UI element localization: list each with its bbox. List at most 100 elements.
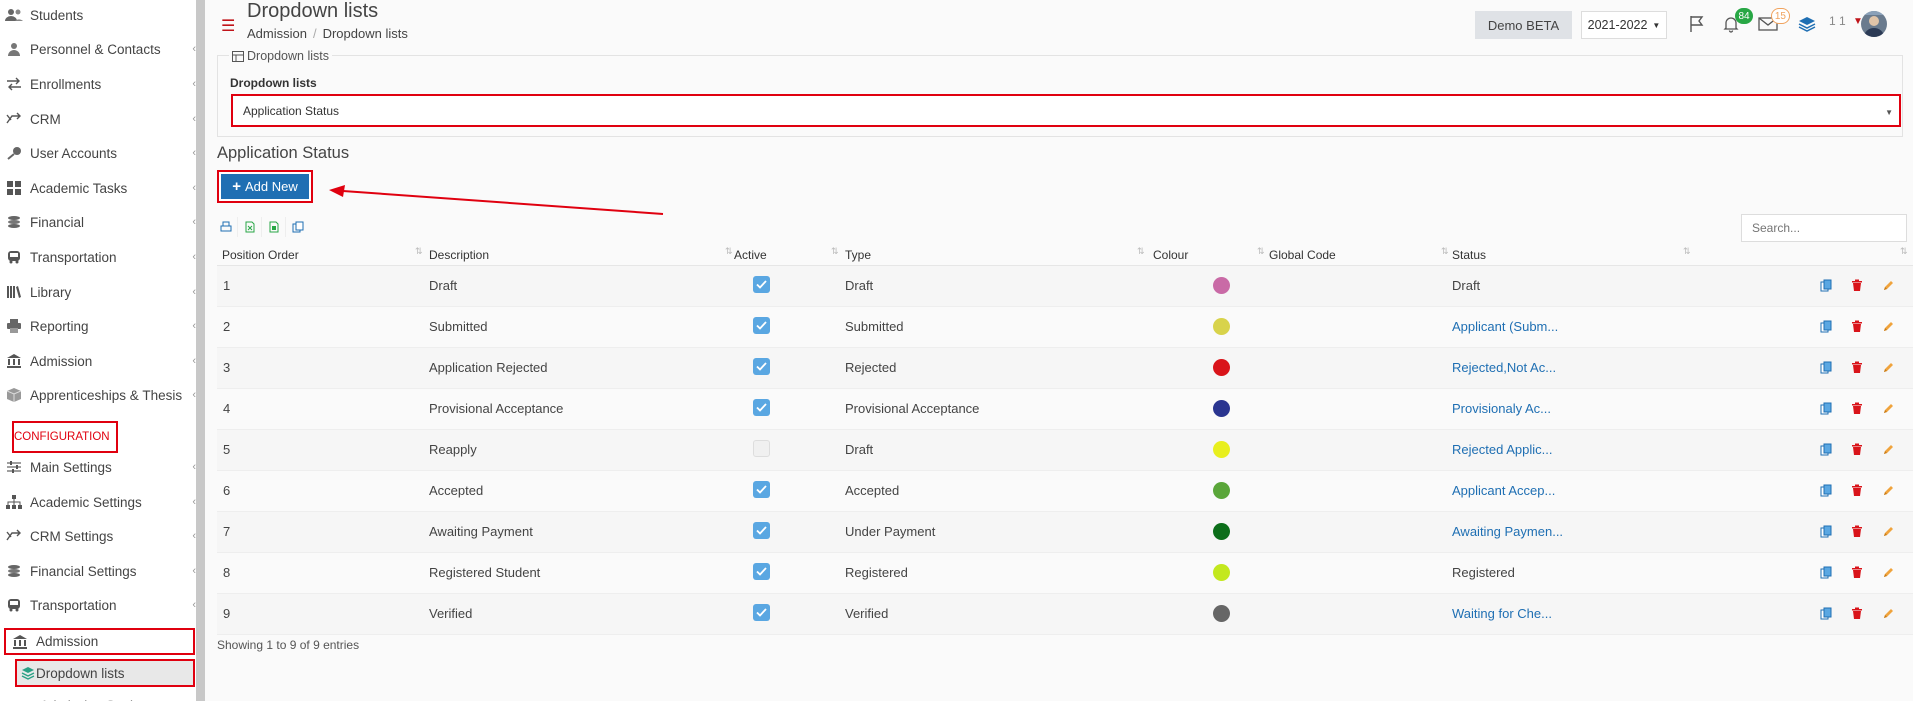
sort-icon[interactable]: ⇅ [1900, 246, 1908, 257]
mail-icon[interactable]: 15 [1756, 8, 1790, 36]
active-checkbox[interactable] [753, 563, 770, 580]
sidebar-config-academic-settings[interactable]: Academic Settings ‹ [0, 487, 196, 517]
copy-icon[interactable] [1818, 523, 1834, 539]
sort-icon[interactable]: ⇅ [1257, 246, 1265, 257]
copy-icon[interactable] [1818, 400, 1834, 416]
sort-icon[interactable]: ⇅ [831, 246, 839, 257]
sort-icon[interactable]: ⇅ [725, 246, 733, 257]
sidebar-item-transportation[interactable]: Transportation ‹ [0, 242, 196, 272]
hamburger-menu-icon[interactable]: ☰ [221, 16, 235, 36]
sort-icon[interactable]: ⇅ [415, 246, 423, 257]
trash-icon[interactable] [1849, 564, 1865, 580]
column-header[interactable]: Position Order [222, 248, 299, 262]
column-header[interactable]: Global Code [1269, 248, 1336, 262]
data-table: Position Order ⇅ Description ⇅ Active ⇅ … [217, 244, 1913, 635]
status[interactable]: Rejected Applic... [1452, 442, 1552, 457]
trash-icon[interactable] [1849, 605, 1865, 621]
search-input[interactable] [1741, 214, 1907, 242]
active-checkbox[interactable] [753, 317, 770, 334]
trash-icon[interactable] [1849, 318, 1865, 334]
sidebar-item-library[interactable]: Library ‹ [0, 277, 196, 307]
column-header[interactable]: Colour [1153, 248, 1188, 262]
colour-swatch [1213, 441, 1230, 458]
status[interactable]: Applicant (Subm... [1452, 319, 1558, 334]
sidebar-config-transportation[interactable]: Transportation ‹ [0, 590, 196, 620]
pencil-icon[interactable] [1880, 400, 1896, 416]
dropdown-list-select[interactable]: Application Status ▼ [231, 94, 1901, 127]
add-new-button[interactable]: + Add New [217, 170, 313, 203]
year-select[interactable]: 2021-2022 ▼ [1581, 11, 1667, 39]
active-checkbox[interactable] [753, 276, 770, 293]
sidebar-item-admission-active[interactable]: Admission [4, 628, 195, 655]
sidebar-item-financial[interactable]: Financial ‹ [0, 207, 196, 237]
sidebar-item-apprenticeships-thesis[interactable]: Apprenticeships & Thesis ‹ [0, 380, 196, 410]
sidebar-item-enrollments[interactable]: Enrollments ‹ [0, 69, 196, 99]
pencil-icon[interactable] [1880, 605, 1896, 621]
print-icon[interactable] [214, 217, 238, 237]
annotation-arrow [329, 185, 664, 215]
column-header[interactable]: Type [845, 248, 871, 262]
sidebar-config-crm-settings[interactable]: CRM Settings ‹ [0, 521, 196, 551]
status[interactable]: Rejected,Not Ac... [1452, 360, 1556, 375]
sidebar-scrollbar[interactable] [196, 0, 205, 701]
sidebar-item-students[interactable]: Students [0, 0, 196, 30]
active-checkbox[interactable] [753, 440, 770, 457]
active-checkbox[interactable] [753, 358, 770, 375]
avatar[interactable] [1861, 11, 1887, 37]
column-header[interactable]: Status [1452, 248, 1486, 262]
active-checkbox[interactable] [753, 604, 770, 621]
trash-icon[interactable] [1849, 277, 1865, 293]
sidebar-config-main-settings[interactable]: Main Settings ‹ [0, 452, 196, 482]
trash-icon[interactable] [1849, 482, 1865, 498]
trash-icon[interactable] [1849, 400, 1865, 416]
sidebar-item-dropdown-lists[interactable]: Dropdown lists [15, 659, 195, 687]
sidebar-config-financial-settings[interactable]: Financial Settings ‹ [0, 556, 196, 586]
pencil-icon[interactable] [1880, 277, 1896, 293]
sidebar-item-user-accounts[interactable]: User Accounts ‹ [0, 138, 196, 168]
copy-icon[interactable] [1818, 605, 1834, 621]
column-header[interactable]: Description [429, 248, 489, 262]
status[interactable]: Awaiting Paymen... [1452, 524, 1563, 539]
sidebar-item-personnel-contacts[interactable]: Personnel & Contacts ‹ [0, 34, 196, 64]
status: Registered [1452, 565, 1515, 580]
status[interactable]: Provisionaly Ac... [1452, 401, 1551, 416]
sidebar-item-academic-tasks[interactable]: Academic Tasks ‹ [0, 173, 196, 203]
flag-icon[interactable] [1685, 12, 1709, 36]
trash-icon[interactable] [1849, 523, 1865, 539]
sort-icon[interactable]: ⇅ [1137, 246, 1145, 257]
active-checkbox[interactable] [753, 481, 770, 498]
pencil-icon[interactable] [1880, 441, 1896, 457]
csv-icon[interactable] [262, 217, 286, 237]
copy-icon[interactable] [1818, 318, 1834, 334]
breadcrumb-item[interactable]: Admission [247, 26, 307, 41]
sidebar-item-crm[interactable]: CRM ‹ [0, 104, 196, 134]
sidebar-item-admission[interactable]: Admission ‹ [0, 346, 196, 376]
trash-icon[interactable] [1849, 441, 1865, 457]
demo-button[interactable]: Demo BETA [1475, 11, 1572, 39]
position-order: 9 [223, 606, 231, 621]
sort-icon[interactable]: ⇅ [1441, 246, 1449, 257]
copy-icon[interactable] [1818, 564, 1834, 580]
status[interactable]: Applicant Accep... [1452, 483, 1555, 498]
pencil-icon[interactable] [1880, 318, 1896, 334]
pencil-icon[interactable] [1880, 564, 1896, 580]
layers-icon[interactable] [1795, 12, 1819, 36]
copy-icon[interactable] [1818, 482, 1834, 498]
copy-icon[interactable] [1818, 441, 1834, 457]
sort-icon[interactable]: ⇅ [1683, 246, 1691, 257]
excel-icon[interactable] [238, 217, 262, 237]
copy-icon[interactable] [1818, 277, 1834, 293]
active-checkbox[interactable] [753, 522, 770, 539]
column-header[interactable]: Active [734, 248, 767, 262]
trash-icon[interactable] [1849, 359, 1865, 375]
pencil-icon[interactable] [1880, 523, 1896, 539]
copy-icon[interactable] [1818, 359, 1834, 375]
pencil-icon[interactable] [1880, 359, 1896, 375]
sidebar-item-reporting[interactable]: Reporting ‹ [0, 311, 196, 341]
bell-icon[interactable]: 84 [1719, 8, 1753, 36]
position-order: 3 [223, 360, 231, 375]
status[interactable]: Waiting for Che... [1452, 606, 1552, 621]
copy-icon[interactable] [286, 217, 310, 237]
active-checkbox[interactable] [753, 399, 770, 416]
pencil-icon[interactable] [1880, 482, 1896, 498]
